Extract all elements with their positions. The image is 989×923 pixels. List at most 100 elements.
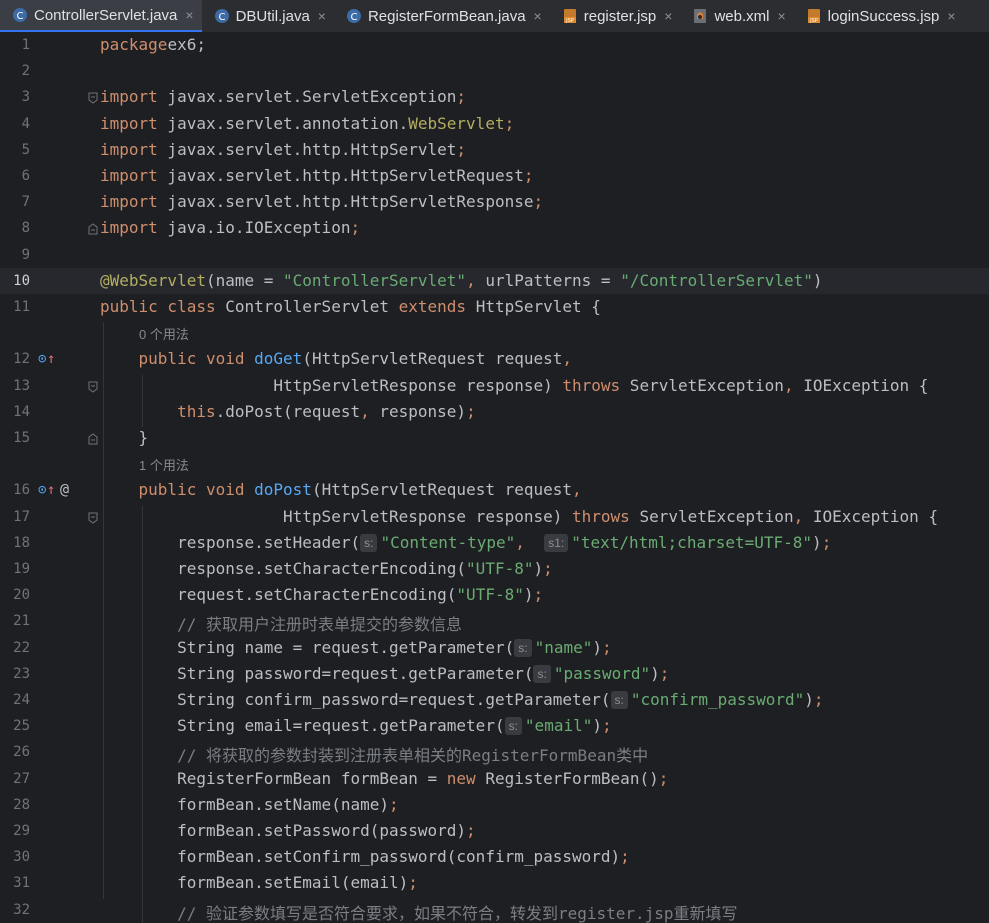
- code-line[interactable]: 23 String password=request.getParameter(…: [0, 661, 989, 687]
- code-token: ;: [821, 532, 832, 552]
- fold-marker-icon[interactable]: [88, 512, 98, 524]
- line-number: 2: [21, 63, 30, 80]
- close-icon[interactable]: ×: [185, 7, 193, 23]
- code-text: import java.io.IOException;: [100, 218, 360, 237]
- code-line[interactable]: 1 packageex6;: [0, 32, 989, 58]
- code-line[interactable]: 17 HttpServletResponse response) throws …: [0, 504, 989, 530]
- code-editor[interactable]: 1 packageex6; 2 3 import javax.servlet.Servl…: [0, 32, 989, 923]
- code-token: public void: [138, 480, 245, 500]
- close-icon[interactable]: ×: [534, 8, 542, 24]
- tab-1[interactable]: C DBUtil.java ×: [202, 0, 334, 32]
- svg-text:C: C: [350, 12, 357, 23]
- usage-hint-row: 0 个用法: [0, 320, 989, 346]
- code-token: ;: [388, 794, 399, 814]
- code-token: package: [100, 35, 168, 54]
- code-line[interactable]: 27 RegisterFormBean formBean = new Regis…: [0, 766, 989, 792]
- code-token: ,: [515, 532, 525, 552]
- close-icon[interactable]: ×: [777, 8, 785, 24]
- code-token: response.setHeader(: [100, 532, 361, 552]
- code-line[interactable]: 18 response.setHeader(s: "Content-type", …: [0, 530, 989, 556]
- code-token: .doPost(request: [215, 401, 361, 421]
- tab-3[interactable]: JSP register.jsp ×: [550, 0, 681, 32]
- code-token: ServletException: [620, 375, 784, 395]
- override-icon[interactable]: ⊙: [38, 482, 46, 498]
- code-line[interactable]: 3 import javax.servlet.ServletException;: [0, 84, 989, 110]
- usage-count-hint[interactable]: 1 个用法: [139, 455, 189, 474]
- code-token: ;: [350, 218, 361, 238]
- code-line[interactable]: 24 String confirm_password=request.getPa…: [0, 687, 989, 713]
- code-line[interactable]: 30 formBean.setConfirm_password(confirm_…: [0, 844, 989, 870]
- code-token: ;: [408, 873, 418, 893]
- code-line[interactable]: 6 import javax.servlet.http.HttpServletRe…: [0, 163, 989, 189]
- code-token: "confirm_password": [630, 690, 805, 709]
- code-text: import javax.servlet.http.HttpServletRes…: [100, 192, 543, 211]
- code-line[interactable]: 32 // 验证参数填写是否符合要求，如果不符合，转发到register.jsp…: [0, 897, 989, 923]
- servlet-mapping-icon[interactable]: @: [60, 480, 69, 498]
- code-text: response.setCharacterEncoding("UTF-8");: [100, 559, 553, 578]
- override-icon[interactable]: ⊙: [38, 351, 46, 367]
- fold-marker-icon[interactable]: [88, 223, 98, 235]
- tab-4[interactable]: web.xml ×: [680, 0, 793, 32]
- code-line[interactable]: 8 import java.io.IOException;: [0, 215, 989, 241]
- code-line[interactable]: 31 formBean.setEmail(email);: [0, 870, 989, 896]
- code-token: extends: [398, 297, 467, 316]
- code-token: import: [100, 192, 158, 212]
- code-token: throws: [562, 375, 621, 395]
- parameter-hint: s:: [360, 533, 378, 552]
- code-token: ): [812, 270, 823, 290]
- code-line[interactable]: 29 formBean.setPassword(password);: [0, 818, 989, 844]
- fold-marker-icon[interactable]: [88, 433, 98, 445]
- implements-arrow-icon[interactable]: ↑: [47, 482, 55, 498]
- code-line[interactable]: 12 public void doGet(HttpServletRequest …: [0, 346, 989, 372]
- code-token: ;: [456, 87, 467, 107]
- tab-label: RegisterFormBean.java: [367, 7, 526, 25]
- java-class-icon: C: [346, 9, 361, 23]
- code-line[interactable]: 19 response.setCharacterEncoding("UTF-8"…: [0, 556, 989, 582]
- code-line[interactable]: 25 String email=request.getParameter(s: "…: [0, 713, 989, 739]
- code-line[interactable]: 9: [0, 242, 989, 268]
- fold-marker-icon[interactable]: [88, 92, 98, 105]
- tab-label: web.xml: [714, 7, 770, 25]
- code-line[interactable]: 2: [0, 58, 989, 84]
- code-line[interactable]: 13 HttpServletResponse response) throws …: [0, 373, 989, 399]
- tab-2[interactable]: C RegisterFormBean.java ×: [334, 0, 550, 32]
- code-line[interactable]: 28 formBean.setName(name);: [0, 792, 989, 818]
- code-line[interactable]: 20 request.setCharacterEncoding("UTF-8")…: [0, 582, 989, 608]
- svg-text:C: C: [218, 12, 225, 23]
- code-token: WebServlet: [408, 113, 505, 133]
- code-line[interactable]: 14 this.doPost(request, response);: [0, 399, 989, 425]
- close-icon[interactable]: ×: [318, 8, 326, 24]
- tab-5[interactable]: JSP loginSuccess.jsp ×: [794, 0, 964, 32]
- code-token: "password": [553, 663, 651, 683]
- fold-marker-icon[interactable]: [88, 381, 98, 393]
- code-text: this.doPost(request, response);: [100, 402, 476, 421]
- line-number: 21: [13, 613, 30, 630]
- tab-label: DBUtil.java: [235, 7, 310, 25]
- usage-count-hint[interactable]: 0 个用法: [139, 324, 189, 343]
- code-token: ;: [659, 663, 670, 683]
- code-line[interactable]: 7 import javax.servlet.http.HttpServletRe…: [0, 189, 989, 215]
- code-line[interactable]: 26 // 将获取的参数封装到注册表单相关的RegisterFormBean类中: [0, 739, 989, 765]
- code-line[interactable]: 10 @WebServlet(name = "ControllerServlet"…: [0, 267, 989, 294]
- tab-0[interactable]: C ControllerServlet.java ×: [0, 0, 202, 32]
- code-line[interactable]: 21 // 获取用户注册时表单提交的参数信息: [0, 608, 989, 634]
- code-line[interactable]: 4 import javax.servlet.annotation.WebServ…: [0, 111, 989, 137]
- code-text: public void doPost(HttpServletRequest re…: [100, 480, 582, 499]
- code-line[interactable]: 11 public class ControllerServlet extends…: [0, 294, 989, 320]
- code-line[interactable]: 22 String name = request.getParameter(s:…: [0, 635, 989, 661]
- implements-arrow-icon[interactable]: ↑: [47, 351, 55, 367]
- close-icon[interactable]: ×: [664, 8, 672, 24]
- line-number: 4: [21, 115, 30, 132]
- code-token: ;: [602, 716, 612, 736]
- close-icon[interactable]: ×: [947, 8, 955, 24]
- code-token: javax.servlet.ServletException: [157, 87, 457, 107]
- code-line[interactable]: 5 import javax.servlet.http.HttpServlet;: [0, 137, 989, 163]
- code-text: import javax.servlet.ServletException;: [100, 87, 466, 106]
- code-line[interactable]: 16 public void doPost(HttpServletRequest…: [0, 477, 989, 503]
- code-text: String name = request.getParameter(s: "na…: [100, 638, 612, 657]
- line-number: 13: [13, 377, 30, 394]
- code-line[interactable]: 15 }: [0, 425, 989, 451]
- line-number: 20: [13, 587, 30, 604]
- code-token: javax.servlet.http.HttpServletRequest: [157, 166, 524, 185]
